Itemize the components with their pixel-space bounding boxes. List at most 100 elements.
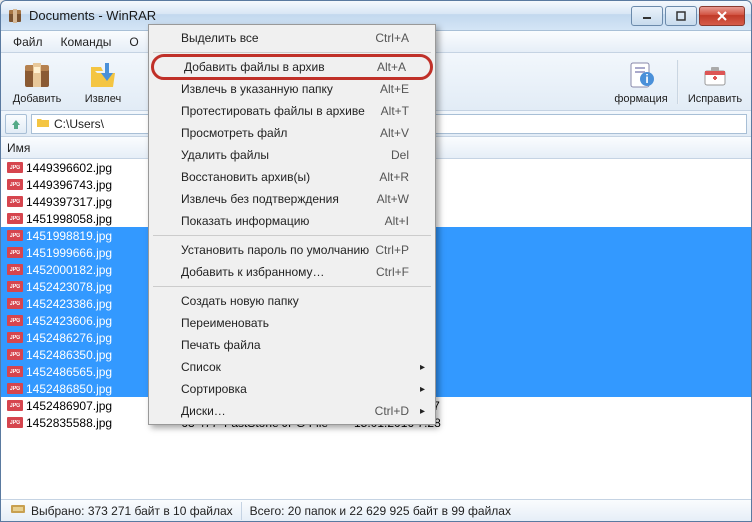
app-icon [7, 8, 23, 24]
file-name: 1452835588.jpg [26, 416, 112, 430]
toolbar-info-button[interactable]: i формация [609, 56, 673, 108]
jpg-icon [7, 297, 23, 311]
context-menu-item[interactable]: Список [151, 356, 433, 378]
context-item-label: Выделить все [181, 31, 259, 45]
context-item-shortcut: Alt+I [385, 214, 409, 228]
svg-text:i: i [645, 72, 648, 86]
jpg-icon [7, 348, 23, 362]
toolbar-add-button[interactable]: Добавить [5, 56, 69, 108]
jpg-icon [7, 161, 23, 175]
toolbar-extract-label: Извлеч [85, 93, 121, 105]
context-menu-item[interactable]: Извлечь в указанную папкуAlt+E [151, 78, 433, 100]
jpg-icon [7, 314, 23, 328]
context-menu-item[interactable]: Удалить файлы Del [151, 144, 433, 166]
toolbar-separator [677, 60, 679, 104]
up-button[interactable] [5, 114, 27, 134]
context-item-label: Переименовать [181, 316, 269, 330]
main-window: Documents - WinRAR Файл Команды О Добави… [0, 0, 752, 522]
context-item-label: Список [181, 360, 221, 374]
menu-commands[interactable]: Команды [53, 33, 120, 51]
context-item-label: Сортировка [181, 382, 247, 396]
context-menu-item[interactable]: Показать информацию Alt+I [151, 210, 433, 232]
statusbar: Выбрано: 373 271 байт в 10 файлах Всего:… [1, 499, 751, 521]
file-name: 1449396743.jpg [26, 178, 112, 192]
file-name: 1452486850.jpg [26, 382, 112, 396]
context-menu-item[interactable]: Печать файла [151, 334, 433, 356]
context-menu-item[interactable]: Извлечь без подтверждения Alt+W [151, 188, 433, 210]
context-item-shortcut: Alt+W [377, 192, 409, 206]
menu-o[interactable]: О [121, 33, 146, 51]
file-name: 1451999666.jpg [26, 246, 112, 260]
jpg-icon [7, 399, 23, 413]
minimize-button[interactable] [631, 6, 663, 26]
file-name: 1452486276.jpg [26, 331, 112, 345]
jpg-icon [7, 195, 23, 209]
jpg-icon [7, 280, 23, 294]
context-separator [153, 286, 431, 287]
repair-icon [699, 59, 731, 91]
context-item-label: Протестировать файлы в архиве [181, 104, 365, 118]
file-name: 1451998058.jpg [26, 212, 112, 226]
status-selected-text: Выбрано: 373 271 байт в 10 файлах [31, 504, 233, 518]
context-item-label: Извлечь без подтверждения [181, 192, 339, 206]
file-name: 1452423606.jpg [26, 314, 112, 328]
file-name: 1451998819.jpg [26, 229, 112, 243]
context-menu-item[interactable]: Просмотреть файл Alt+V [151, 122, 433, 144]
file-name: 1452423078.jpg [26, 280, 112, 294]
context-menu-item[interactable]: Добавить к избранному… Ctrl+F [151, 261, 433, 283]
toolbar-extract-button[interactable]: Извлеч [71, 56, 135, 108]
context-item-label: Показать информацию [181, 214, 309, 228]
file-name: 1452000182.jpg [26, 263, 112, 277]
context-item-shortcut: Ctrl+D [375, 404, 409, 418]
context-item-label: Восстановить архив(ы) [181, 170, 310, 184]
jpg-icon [7, 416, 23, 430]
context-item-shortcut: Alt+T [381, 104, 409, 118]
context-menu-item[interactable]: Протестировать файлы в архиве Alt+T [151, 100, 433, 122]
context-item-shortcut: Ctrl+F [376, 265, 409, 279]
context-item-shortcut: Alt+A [377, 60, 406, 74]
window-title: Documents - WinRAR [29, 8, 631, 23]
column-name[interactable]: Имя [1, 137, 151, 158]
context-item-shortcut: Del [391, 148, 409, 162]
file-name: 1452423386.jpg [26, 297, 112, 311]
context-item-label: Добавить к избранному… [181, 265, 325, 279]
jpg-icon [7, 212, 23, 226]
context-menu-item[interactable]: Создать новую папку [151, 290, 433, 312]
context-item-shortcut: Ctrl+P [375, 243, 409, 257]
context-menu-item[interactable]: Диски…Ctrl+D [151, 400, 433, 422]
context-menu-item[interactable]: Добавить файлы в архив Alt+A [151, 54, 433, 80]
folder-icon [36, 115, 50, 132]
context-item-label: Удалить файлы [181, 148, 269, 162]
file-name: 1452486350.jpg [26, 348, 112, 362]
file-name: 1452486565.jpg [26, 365, 112, 379]
context-item-shortcut: Alt+V [380, 126, 409, 140]
context-item-label: Добавить файлы в архив [184, 60, 325, 74]
context-menu-item[interactable]: Переименовать [151, 312, 433, 334]
context-separator [153, 235, 431, 236]
toolbar-add-label: Добавить [13, 93, 62, 105]
toolbar-repair-button[interactable]: Исправить [683, 56, 747, 108]
jpg-icon [7, 246, 23, 260]
jpg-icon [7, 178, 23, 192]
context-menu-item[interactable]: Восстановить архив(ы)Alt+R [151, 166, 433, 188]
context-item-label: Установить пароль по умолчанию [181, 243, 369, 257]
context-menu-item[interactable]: Установить пароль по умолчанию Ctrl+P [151, 239, 433, 261]
context-menu-item[interactable]: Сортировка [151, 378, 433, 400]
menu-file[interactable]: Файл [5, 33, 51, 51]
context-menu-item[interactable]: Выделить все Ctrl+A [151, 27, 433, 49]
context-item-label: Просмотреть файл [181, 126, 287, 140]
extract-icon [87, 59, 119, 91]
close-button[interactable] [699, 6, 745, 26]
maximize-button[interactable] [665, 6, 697, 26]
file-name: 1449396602.jpg [26, 161, 112, 175]
context-item-shortcut: Ctrl+A [375, 31, 409, 45]
toolbar-repair-label: Исправить [688, 93, 742, 105]
selection-icon [11, 503, 27, 518]
context-menu: Выделить все Ctrl+A Добавить файлы в архив… [148, 24, 436, 425]
file-name: 1452486907.jpg [26, 399, 112, 413]
context-separator [153, 52, 431, 53]
file-name: 1449397317.jpg [26, 195, 112, 209]
context-item-label: Извлечь в указанную папку [181, 82, 333, 96]
status-total: Всего: 20 папок и 22 629 925 байт в 99 ф… [242, 502, 749, 520]
info-icon: i [625, 59, 657, 91]
